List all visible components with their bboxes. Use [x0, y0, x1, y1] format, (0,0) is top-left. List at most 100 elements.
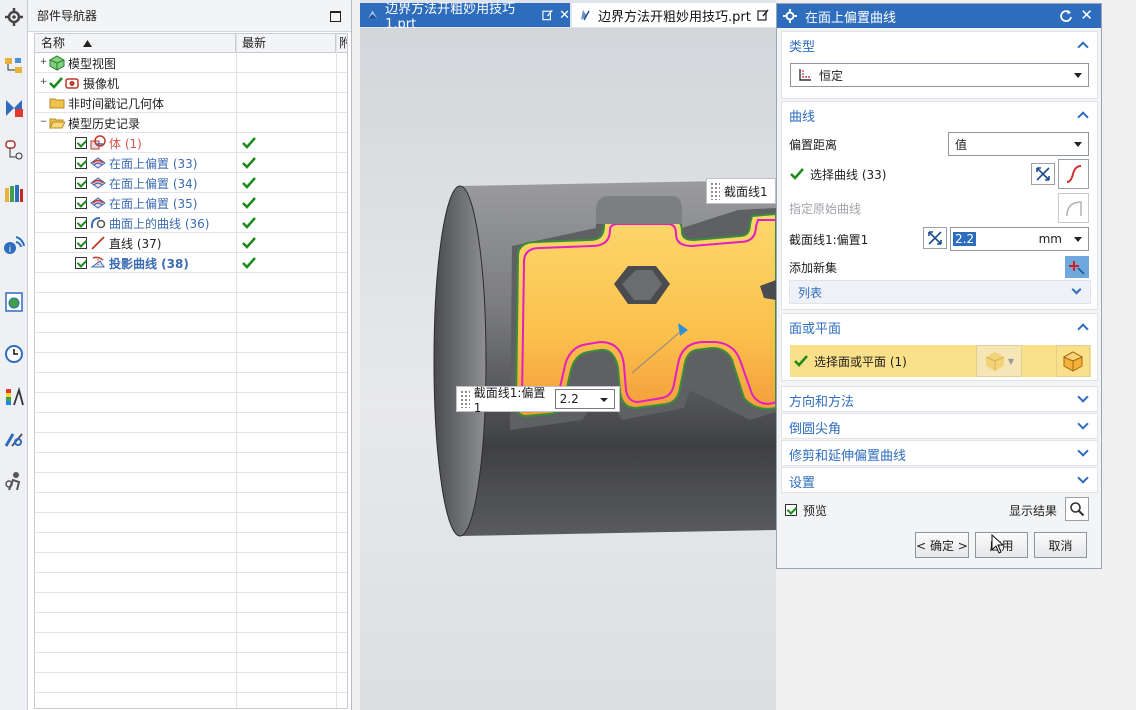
- tree-node[interactable]: 在面上偏置 (33): [75, 155, 197, 172]
- direction-method-section[interactable]: 方向和方法: [781, 386, 1098, 412]
- tree-row[interactable]: + 模型视图: [35, 53, 347, 73]
- section-curve-label-top-text: 截面线1: [724, 184, 768, 199]
- expand-node-icon[interactable]: +: [39, 58, 48, 67]
- direction-method-header[interactable]: 方向和方法: [782, 387, 1097, 413]
- visualization-palette-icon[interactable]: [2, 385, 26, 409]
- feature-visibility-checkbox[interactable]: [75, 157, 87, 169]
- reuse-library-icon[interactable]: [2, 181, 26, 205]
- face-selector-icon[interactable]: [1056, 345, 1090, 377]
- tree-row[interactable]: 非时间戳记几何体: [35, 93, 347, 113]
- assembly-navigator-icon[interactable]: [2, 54, 26, 78]
- tree-node[interactable]: 模型历史记录: [49, 115, 140, 132]
- offset-onscreen-value-text: 2.2: [559, 392, 579, 406]
- tree-node[interactable]: 在面上偏置 (35): [75, 195, 197, 212]
- original-curve-selector-icon[interactable]: [1058, 193, 1089, 223]
- constraint-navigator-icon[interactable]: [2, 96, 26, 120]
- cancel-button[interactable]: 取消: [1034, 532, 1087, 558]
- tree-node[interactable]: 模型视图: [49, 55, 116, 72]
- show-result-search-icon[interactable]: [1065, 497, 1089, 521]
- tree-node[interactable]: 投影曲线 (38): [75, 255, 189, 272]
- reset-icon[interactable]: [1059, 9, 1073, 23]
- dropdown-arrow-icon: ▼: [1007, 356, 1015, 366]
- add-new-set-button[interactable]: [1065, 256, 1089, 278]
- feature-visibility-checkbox[interactable]: [75, 237, 87, 249]
- tree-node-label: 模型历史记录: [68, 116, 141, 131]
- tree-row[interactable]: 体 (1): [35, 133, 347, 153]
- web-browser-icon[interactable]: [2, 290, 26, 314]
- maximize-icon[interactable]: [330, 11, 341, 22]
- type-select[interactable]: 恒定: [790, 63, 1089, 87]
- settings-section[interactable]: 设置: [781, 467, 1098, 493]
- offset-onscreen-input[interactable]: 截面线1:偏置1 2.2: [456, 386, 620, 415]
- tree-node[interactable]: 在面上偏置 (34): [75, 175, 197, 192]
- ok-button[interactable]: < 确定 >: [915, 532, 969, 558]
- expand-node-icon[interactable]: +: [39, 78, 48, 87]
- graphics-viewport[interactable]: 截面线1 截面线1:偏置1 2.2: [360, 28, 776, 710]
- drag-handle[interactable]: [710, 182, 720, 200]
- show-result-label: 显示结果: [1008, 503, 1057, 518]
- roles-icon[interactable]: [2, 469, 26, 493]
- history-clock-icon[interactable]: [2, 342, 26, 366]
- constant-type-icon: [799, 69, 811, 81]
- dialog-title: 在面上偏置曲线: [805, 10, 897, 26]
- feature-visibility-checkbox[interactable]: [75, 177, 87, 189]
- process-studio-icon[interactable]: [2, 427, 26, 451]
- settings-gear-icon[interactable]: [2, 5, 26, 29]
- round-corner-section[interactable]: 倒圆尖角: [781, 413, 1098, 439]
- feature-visibility-checkbox[interactable]: [75, 257, 87, 269]
- dialog-gear-icon: [783, 9, 797, 23]
- drag-handle[interactable]: [460, 390, 470, 408]
- select-curve-label: 选择曲线 (33): [810, 167, 887, 182]
- tab-file-2[interactable]: 边界方法开粗妙用技巧.prt: [572, 3, 776, 27]
- collapse-icon: [1077, 323, 1089, 335]
- type-section-header[interactable]: 类型: [782, 32, 1097, 58]
- column-header-extra[interactable]: 附: [336, 34, 347, 53]
- select-face-row[interactable]: 选择面或平面 (1) ▼: [790, 345, 1091, 377]
- tree-node[interactable]: 直线 (37): [75, 235, 161, 252]
- select-face-label: 选择面或平面 (1): [814, 354, 907, 369]
- face-section-header[interactable]: 面或平面: [782, 314, 1097, 340]
- curve-selector-icon[interactable]: [1058, 159, 1089, 189]
- round-corner-header[interactable]: 倒圆尖角: [782, 414, 1097, 440]
- tree-row[interactable]: 在面上偏置 (33): [35, 153, 347, 173]
- feature-visibility-checkbox[interactable]: [75, 137, 87, 149]
- reverse-offset-icon[interactable]: [923, 227, 947, 249]
- feature-visibility-checkbox[interactable]: [75, 217, 87, 229]
- tree-row[interactable]: 曲面上的曲线 (36): [35, 213, 347, 233]
- tree-node[interactable]: 曲面上的曲线 (36): [75, 215, 209, 232]
- dialog-close-icon[interactable]: ✕: [1080, 6, 1093, 24]
- offset-distance-select[interactable]: 值: [948, 132, 1089, 156]
- hd3d-tools-icon[interactable]: i: [2, 233, 26, 257]
- select-curve-row[interactable]: 选择曲线 (33): [782, 159, 1097, 189]
- tab-close-icon[interactable]: ✕: [559, 8, 570, 23]
- tab-file-1[interactable]: 边界方法开粗妙用技巧1.prt ✕: [360, 2, 570, 32]
- face-filter-dropdown[interactable]: ▼: [976, 345, 1022, 377]
- section-curve-label-top[interactable]: 截面线1: [706, 178, 776, 204]
- settings-header[interactable]: 设置: [782, 468, 1097, 494]
- folder-open-icon: [49, 115, 66, 131]
- tree-row[interactable]: 在面上偏置 (34): [35, 173, 347, 193]
- preview-checkbox[interactable]: [785, 504, 797, 516]
- specify-original-row: 指定原始曲线: [782, 193, 1097, 223]
- trim-extend-section[interactable]: 修剪和延伸偏置曲线: [781, 440, 1098, 466]
- tree-node[interactable]: 体 (1): [75, 135, 142, 152]
- column-header-latest[interactable]: 最新: [236, 34, 336, 53]
- part-navigator-icon[interactable]: [2, 138, 26, 162]
- feature-visibility-checkbox[interactable]: [75, 197, 87, 209]
- tree-row[interactable]: 在面上偏置 (35): [35, 193, 347, 213]
- tree-node[interactable]: 摄像机: [49, 75, 119, 92]
- reverse-direction-icon[interactable]: [1031, 163, 1055, 185]
- tree-row[interactable]: + 摄像机: [35, 73, 347, 93]
- column-header-name[interactable]: 名称: [35, 34, 236, 53]
- list-expander[interactable]: 列表: [789, 280, 1091, 304]
- tree-row[interactable]: 投影曲线 (38): [35, 253, 347, 273]
- collapse-node-icon[interactable]: −: [39, 118, 48, 127]
- tree-row[interactable]: 直线 (37): [35, 233, 347, 253]
- section-offset-input[interactable]: 2.2 mm: [950, 227, 1089, 251]
- trim-extend-header[interactable]: 修剪和延伸偏置曲线: [782, 441, 1097, 467]
- curve-section-header[interactable]: 曲线: [782, 102, 1097, 128]
- expand-icon: [1077, 391, 1089, 403]
- offset-onscreen-value[interactable]: 2.2: [554, 389, 615, 409]
- tree-row[interactable]: − 模型历史记录: [35, 113, 347, 133]
- tree-node[interactable]: 非时间戳记几何体: [49, 95, 164, 112]
